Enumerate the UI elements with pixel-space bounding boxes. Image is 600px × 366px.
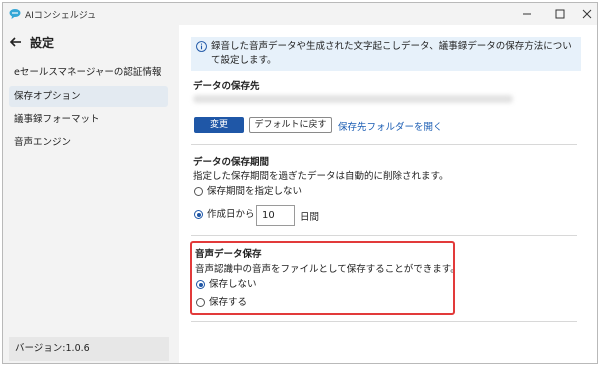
- retention-description: 指定した保存期間を過ぎたデータは自動的に削除されます。: [193, 171, 449, 182]
- open-folder-link[interactable]: 保存先フォルダーを開く: [338, 119, 443, 133]
- sidebar-item-esm-auth[interactable]: eセールスマネージャーの認証情報: [9, 62, 168, 83]
- app-logo-icon: [9, 9, 21, 19]
- divider: [191, 235, 577, 236]
- divider: [191, 144, 577, 145]
- sidebar-item-voice-engine[interactable]: 音声エンジン: [9, 132, 168, 153]
- info-icon: [196, 41, 207, 52]
- version-label: バージョン:1.0.6: [9, 337, 169, 361]
- title-bar: AIコンシェルジュ: [3, 3, 597, 25]
- retention-title: データの保存期間: [193, 157, 270, 168]
- minimize-icon[interactable]: [519, 6, 535, 22]
- maximize-icon[interactable]: [552, 6, 568, 22]
- settings-main: 録音した音声データや生成された文字起こしデータ、議事録データの保存方法について設…: [179, 25, 597, 363]
- save-path-value: [193, 95, 513, 103]
- settings-sidebar: 設定 eセールスマネージャーの認証情報 保存オプション 議事録フォーマット 音声…: [3, 25, 179, 363]
- radio-checked[interactable]: [194, 210, 203, 219]
- radio-unchecked[interactable]: [194, 187, 203, 196]
- radio-label: 作成日から: [207, 209, 255, 220]
- divider: [191, 321, 577, 322]
- sidebar-item-minutes-format[interactable]: 議事録フォーマット: [9, 109, 168, 130]
- highlight-annotation: [190, 241, 455, 315]
- close-icon[interactable]: [579, 6, 595, 22]
- info-banner: 録音した音声データや生成された文字起こしデータ、議事録データの保存方法について設…: [191, 37, 581, 71]
- info-text: 録音した音声データや生成された文字起こしデータ、議事録データの保存方法について設…: [211, 41, 572, 66]
- app-window: AIコンシェルジュ 設定 eセールスマネージャーの認証情報 保存オプション 議事…: [2, 2, 598, 364]
- retention-days-unit: 日間: [300, 212, 320, 223]
- back-arrow-icon[interactable]: [9, 35, 23, 49]
- change-location-button[interactable]: 変更: [194, 117, 244, 133]
- settings-title: 設定: [30, 36, 55, 50]
- sidebar-item-save-options[interactable]: 保存オプション: [9, 86, 168, 107]
- save-location-title: データの保存先: [193, 81, 260, 92]
- radio-label: 保存期間を指定しない: [207, 186, 303, 197]
- window-title: AIコンシェルジュ: [25, 11, 97, 21]
- reset-default-button[interactable]: デフォルトに戻す: [249, 117, 332, 133]
- retention-days-input[interactable]: 10: [256, 205, 295, 226]
